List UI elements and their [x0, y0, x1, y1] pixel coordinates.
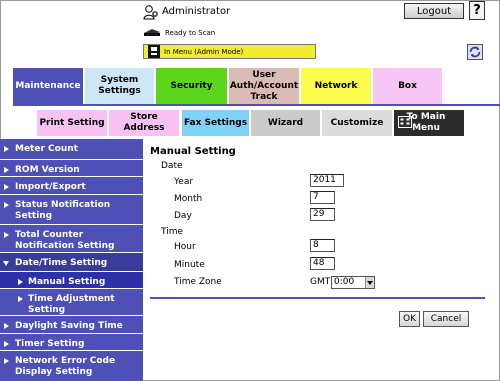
- menu-icon: [398, 116, 412, 128]
- hour-input[interactable]: 8: [310, 239, 335, 252]
- tab-maintenance[interactable]: Maintenance: [13, 68, 83, 104]
- day-input[interactable]: 29: [310, 208, 335, 221]
- triangle-right-icon: [4, 146, 9, 152]
- sidebar-item-network-error-code[interactable]: Network Error Code Display Setting: [0, 351, 143, 381]
- ok-button[interactable]: OK: [399, 311, 420, 327]
- tab-security[interactable]: Security: [156, 68, 227, 104]
- book-icon: [148, 45, 160, 58]
- help-button[interactable]: ?: [469, 1, 485, 20]
- triangle-right-icon: [4, 167, 9, 173]
- triangle-down-icon: [3, 261, 9, 266]
- triangle-right-icon: [4, 341, 9, 347]
- triangle-right-icon: [4, 202, 9, 208]
- tab-box[interactable]: Box: [373, 68, 442, 104]
- sidebar-item-label: Timer Setting: [15, 339, 85, 349]
- sidebar-item-time-adjustment[interactable]: Time Adjustment Setting: [0, 289, 143, 316]
- sidebar-item-label: Network Error Code Display Setting: [15, 356, 116, 377]
- sidebar-item-label: Status Notification Setting: [15, 200, 111, 221]
- sidebar-item-label: ROM Version: [15, 165, 80, 175]
- mode-status: In Menu (Admin Mode): [164, 48, 244, 56]
- triangle-right-icon: [18, 279, 23, 285]
- sidebar: Meter Count ROM Version Import/Export St…: [0, 139, 143, 381]
- cancel-button[interactable]: Cancel: [423, 311, 469, 327]
- subtab-store-address[interactable]: Store Address: [109, 110, 179, 136]
- subtab-wizard[interactable]: Wizard: [251, 110, 320, 136]
- sidebar-item-timer-setting[interactable]: Timer Setting: [0, 334, 143, 351]
- triangle-right-icon: [4, 358, 9, 364]
- user-name: Administrator: [162, 6, 231, 17]
- tab-underline: [13, 104, 500, 106]
- sidebar-item-date-time-setting[interactable]: Date/Time Setting: [0, 253, 143, 272]
- triangle-right-icon: [4, 232, 9, 238]
- chevron-down-icon[interactable]: [365, 277, 374, 288]
- hour-label: Hour: [174, 242, 196, 252]
- sidebar-item-manual-setting[interactable]: Manual Setting: [0, 272, 143, 289]
- sidebar-item-label: Meter Count: [15, 144, 78, 154]
- subtab-customize[interactable]: Customize: [322, 110, 392, 136]
- day-label: Day: [174, 211, 192, 221]
- sidebar-item-daylight-saving[interactable]: Daylight Saving Time: [0, 316, 143, 334]
- sidebar-item-import-export[interactable]: Import/Export: [0, 177, 143, 195]
- sidebar-item-meter-count[interactable]: Meter Count: [0, 139, 143, 160]
- minute-input[interactable]: 48: [310, 257, 335, 270]
- sidebar-item-label: Total Counter Notification Setting: [15, 230, 115, 251]
- sidebar-item-label: Import/Export: [15, 182, 86, 192]
- subtab-print-setting[interactable]: Print Setting: [37, 110, 107, 136]
- triangle-right-icon: [4, 323, 9, 329]
- administrator-icon: [143, 5, 158, 20]
- gmt-prefix: GMT: [310, 277, 331, 287]
- month-input[interactable]: 7: [310, 191, 335, 204]
- sidebar-item-label: Daylight Saving Time: [15, 321, 123, 331]
- device-status: Ready to Scan: [165, 29, 216, 37]
- sidebar-item-status-notification[interactable]: Status Notification Setting: [0, 195, 143, 225]
- triangle-right-icon: [18, 296, 23, 302]
- sidebar-item-label: Time Adjustment Setting: [28, 294, 115, 315]
- tab-user-auth-account-track[interactable]: User Auth/Account Track: [229, 68, 299, 104]
- triangle-right-icon: [4, 184, 9, 190]
- year-input[interactable]: 2011: [310, 174, 344, 187]
- time-section-label: Time: [161, 227, 184, 237]
- subtab-fax-settings[interactable]: Fax Settings: [182, 110, 249, 136]
- sidebar-item-total-counter[interactable]: Total Counter Notification Setting: [0, 225, 143, 253]
- minute-label: Minute: [174, 260, 205, 270]
- refresh-icon[interactable]: [467, 44, 483, 60]
- page-title: Manual Setting: [150, 146, 236, 157]
- tab-system-settings[interactable]: System Settings: [85, 68, 154, 104]
- tab-network[interactable]: Network: [301, 68, 371, 104]
- sidebar-item-rom-version[interactable]: ROM Version: [0, 160, 143, 177]
- sidebar-item-label: Manual Setting: [28, 277, 106, 287]
- date-section-label: Date: [161, 161, 183, 171]
- scanner-icon: [144, 29, 160, 36]
- sidebar-item-label: Date/Time Setting: [15, 258, 108, 268]
- month-label: Month: [174, 194, 203, 204]
- content-divider: [150, 297, 485, 299]
- logout-button[interactable]: Logout: [404, 3, 464, 19]
- year-label: Year: [174, 177, 194, 187]
- time-zone-label: Time Zone: [174, 277, 222, 287]
